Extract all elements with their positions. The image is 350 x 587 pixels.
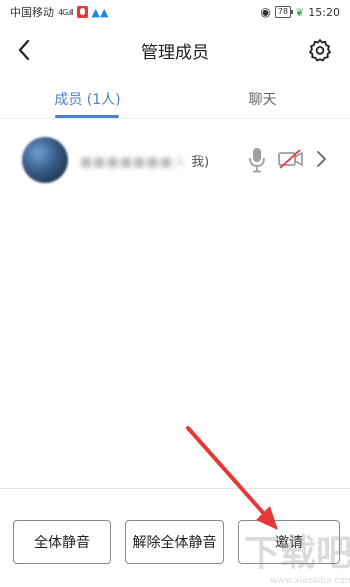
microphone-icon[interactable] (248, 147, 266, 173)
chevron-left-icon (18, 39, 30, 61)
app-icon: ▲▲ (91, 5, 109, 19)
tab-chat[interactable]: 聊天 (175, 80, 350, 118)
camera-off-icon[interactable] (278, 148, 304, 170)
member-name-suffix: 我) (191, 155, 210, 170)
tab-bar: 成员 (1人) 聊天 (0, 80, 350, 118)
clock: 15:20 (308, 5, 340, 19)
page-title: 管理成员 (141, 42, 209, 63)
unmute-all-button[interactable]: 解除全体静音 (125, 520, 224, 564)
gear-icon (309, 39, 331, 62)
member-name: ■■■■■■■人 我) (80, 151, 209, 170)
battery-icon: 78 (274, 6, 294, 18)
tab-divider (0, 118, 350, 119)
tab-members[interactable]: 成员 (1人) (0, 80, 175, 118)
record-icon (76, 6, 88, 18)
svg-text:www.xiazaiba.com: www.xiazaiba.com (270, 576, 350, 586)
carrier-label: 中国移动 (10, 6, 54, 19)
chevron-right-icon[interactable] (314, 149, 328, 169)
settings-button[interactable] (308, 38, 332, 62)
status-bar-right: ◉ 78 ❦ 15:20 (260, 5, 340, 19)
eye-icon: ◉ (260, 5, 271, 19)
status-bar-left: 中国移动 4G.ıll ▲▲ (10, 4, 108, 20)
invite-button[interactable]: 邀请 (238, 520, 340, 564)
bottom-divider (0, 488, 350, 489)
mute-all-button[interactable]: 全体静音 (13, 520, 111, 564)
member-row[interactable]: ■■■■■■■人 我) (0, 135, 350, 185)
avatar (22, 137, 68, 183)
back-button[interactable] (12, 36, 36, 64)
signal-icon: 4G.ıll (58, 7, 73, 17)
member-name-blurred: ■■■■■■■人 (80, 155, 187, 170)
status-bar: 中国移动 4G.ıll ▲▲ ◉ 78 ❦ 15:20 (0, 0, 350, 24)
header: 管理成员 (0, 24, 350, 76)
leaf-icon: ❦ (295, 5, 305, 19)
